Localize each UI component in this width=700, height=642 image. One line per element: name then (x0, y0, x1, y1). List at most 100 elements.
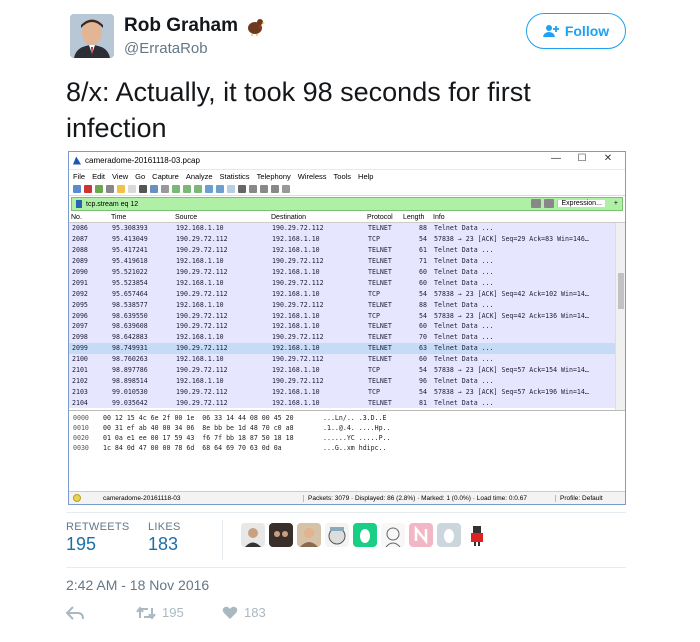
packet-time: 95.417241 (112, 246, 148, 255)
packet-time: 98.639608 (112, 322, 148, 331)
packet-source: 192.168.1.10 (176, 376, 224, 385)
packet-row[interactable]: 2091 95.523854 192.168.1.10 190.29.72.112 TE… (69, 277, 625, 289)
retweets-label[interactable]: RETWEETS (66, 521, 130, 533)
likes-label[interactable]: LIKES (148, 521, 181, 533)
clear-filter-icon (531, 199, 542, 208)
wireshark-menu-bar: File Edit View Go Capture Analyze Statis… (69, 170, 625, 182)
likes-count[interactable]: 183 (148, 534, 178, 555)
wireshark-title-bar: cameradome-20161118-03.pcap — ☐ ✕ (69, 152, 625, 170)
packet-destination: 190.29.72.112 (272, 355, 324, 364)
packet-row[interactable]: 2100 98.760263 192.168.1.10 190.29.72.112 TE… (69, 353, 625, 365)
liker-avatar[interactable] (325, 523, 349, 547)
like-button[interactable]: 183 (222, 605, 266, 620)
packet-length: 54 (419, 366, 427, 375)
packet-info: Telnet Data ... (434, 322, 494, 331)
menu-edit: Edit (92, 171, 106, 181)
packet-destination: 190.29.72.112 (272, 333, 324, 342)
retweet-button[interactable]: 195 (136, 605, 222, 620)
packet-time: 95.521022 (112, 268, 148, 276)
packet-length: 54 (419, 387, 427, 396)
packet-destination: 192.168.1.10 (272, 387, 320, 396)
person-avatar-icon (241, 523, 265, 547)
wireshark-status-bar: cameradome-20161118-03 Packets: 3079 · D… (69, 491, 625, 504)
reply-button[interactable] (66, 605, 136, 620)
packet-row[interactable]: 2087 95.413049 190.29.72.112 192.168.1.10 TC… (69, 233, 625, 245)
packet-row[interactable]: 2104 99.035642 190.29.72.112 192.168.1.10 TE… (69, 397, 625, 409)
packet-length: 60 (419, 268, 427, 276)
follow-button[interactable]: Follow (526, 13, 626, 49)
packet-row[interactable]: 2098 98.642883 192.168.1.10 190.29.72.112 TE… (69, 331, 625, 343)
packet-length: 54 (419, 235, 427, 244)
packet-row[interactable]: 2092 95.657464 190.29.72.112 192.168.1.10 TC… (69, 288, 625, 300)
menu-wireless: Wireless (297, 171, 327, 181)
liker-avatar[interactable] (269, 523, 293, 547)
liker-avatar[interactable] (241, 523, 265, 547)
packet-number: 2096 (72, 311, 88, 320)
packet-protocol: TELNET (368, 376, 392, 385)
packet-row[interactable]: 2097 98.639608 190.29.72.112 192.168.1.10 TE… (69, 321, 625, 332)
packet-length: 54 (419, 289, 427, 298)
column-no: No. (71, 213, 82, 221)
packet-row[interactable]: 2089 95.419618 192.168.1.10 190.29.72.112 TE… (69, 255, 625, 267)
packet-number: 2103 (72, 387, 88, 396)
liker-avatar[interactable] (297, 523, 321, 547)
packet-row[interactable]: 2090 95.521022 190.29.72.112 192.168.1.10 TE… (69, 266, 625, 278)
packet-number: 2089 (72, 257, 88, 266)
packet-source: 192.168.1.10 (176, 257, 224, 266)
zoom-in-icon (249, 184, 257, 193)
packet-row[interactable]: 2099 98.749931 190.29.72.112 192.168.1.10 TE… (69, 342, 625, 354)
hex-row: 0000 00 12 15 4c 6e 2f 00 1e 06 33 14 44 … (69, 414, 625, 424)
minimize-icon: — (551, 153, 561, 164)
stats-separator (222, 520, 223, 560)
author-name[interactable]: Rob Graham (124, 15, 238, 37)
tweet-timestamp[interactable]: 2:42 AM - 18 Nov 2016 (66, 577, 209, 593)
packet-number: 2095 (72, 300, 88, 309)
liker-avatar[interactable] (465, 523, 489, 547)
liker-avatar[interactable] (409, 523, 433, 547)
packet-length: 60 (419, 278, 427, 287)
liker-avatar[interactable] (437, 523, 461, 547)
liker-avatar[interactable] (381, 523, 405, 547)
status-file-name: cameradome-20161118-03 (103, 494, 181, 502)
packet-destination: 192.168.1.10 (272, 289, 320, 298)
wireshark-screenshot[interactable]: cameradome-20161118-03.pcap — ☐ ✕ File E… (68, 151, 626, 505)
packet-time: 98.749931 (112, 344, 148, 353)
open-file-icon (117, 184, 125, 193)
packet-protocol: TELNET (368, 224, 392, 233)
packet-row[interactable]: 2086 95.308393 192.168.1.10 190.29.72.112 TE… (69, 223, 625, 234)
packet-destination: 192.168.1.10 (272, 268, 320, 276)
packet-number: 2087 (72, 235, 88, 244)
packet-row[interactable]: 2102 98.898514 192.168.1.10 190.29.72.112 TE… (69, 375, 625, 387)
packet-protocol: TELNET (368, 398, 392, 407)
author-avatar[interactable] (70, 14, 114, 58)
start-capture-icon (73, 184, 81, 193)
packet-row[interactable]: 2101 98.897786 190.29.72.112 192.168.1.10 TC… (69, 364, 625, 376)
author-name-row[interactable]: Rob Graham (124, 15, 266, 37)
restart-capture-icon (95, 184, 103, 193)
like-action-count: 183 (244, 605, 266, 620)
capture-options-icon (106, 184, 114, 193)
liker-avatar[interactable] (353, 523, 377, 547)
packet-time: 99.010530 (112, 387, 148, 396)
packet-destination: 190.29.72.112 (272, 278, 324, 287)
packet-time: 95.413049 (112, 235, 148, 244)
sketch-avatar-icon (381, 523, 405, 547)
packet-time: 95.308393 (112, 224, 148, 233)
liker-avatars (241, 523, 489, 547)
author-handle[interactable]: @ErrataRob (124, 40, 208, 57)
retweets-count[interactable]: 195 (66, 534, 96, 555)
hex-row: 0030 1c 84 0d 47 00 00 78 6d 68 64 69 70 … (69, 444, 625, 454)
packet-row[interactable]: 2088 95.417241 190.29.72.112 192.168.1.10 TE… (69, 244, 625, 256)
retweet-icon (136, 605, 156, 620)
packet-row[interactable]: 2095 98.538577 192.168.1.10 190.29.72.112 TE… (69, 299, 625, 311)
packet-protocol: TCP (368, 387, 380, 396)
status-packet-stats: Packets: 3079 · Displayed: 86 (2.8%) · M… (303, 494, 555, 502)
column-destination: Destination (271, 213, 307, 221)
divider-bottom (66, 567, 626, 568)
follow-button-label: Follow (564, 23, 610, 39)
packet-row[interactable]: 2103 99.010530 190.29.72.112 192.168.1.10 TC… (69, 386, 625, 398)
packet-row[interactable]: 2096 98.639550 190.29.72.112 192.168.1.10 TC… (69, 310, 625, 322)
packet-info: Telnet Data ... (434, 268, 494, 276)
column-length: Length (403, 213, 425, 221)
last-packet-icon (216, 184, 224, 193)
